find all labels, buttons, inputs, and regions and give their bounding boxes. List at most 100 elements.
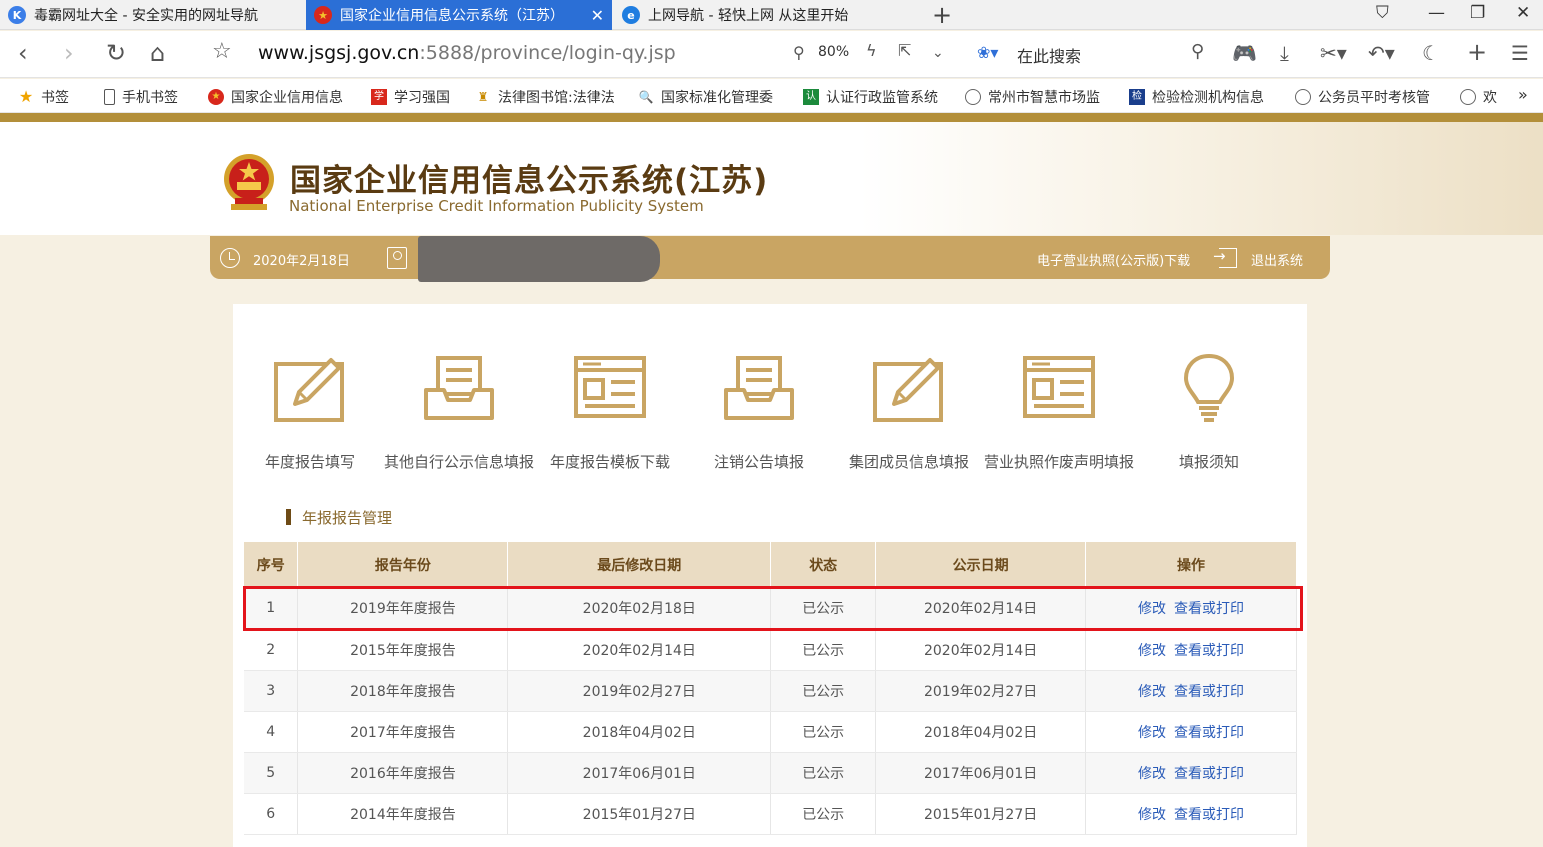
- back-icon[interactable]: ‹: [18, 39, 28, 67]
- share-icon[interactable]: ⇱: [898, 41, 911, 60]
- more-bookmarks-icon[interactable]: »: [1518, 85, 1538, 104]
- cell-published: 2017年06月01日: [875, 752, 1087, 794]
- refresh-icon[interactable]: ↻: [106, 39, 126, 67]
- bookmark-item[interactable]: 检检验检测机构信息: [1129, 87, 1277, 107]
- cell-actions: 修改 查看或打印: [1085, 629, 1297, 671]
- section-title: 年报报告管理: [286, 507, 392, 528]
- zoom-level[interactable]: 80%: [818, 44, 849, 60]
- cell-no: 5: [244, 752, 299, 794]
- bookmark-item[interactable]: 常州市智慧市场监: [965, 87, 1113, 107]
- col-header-published: 公示日期: [875, 542, 1087, 588]
- tab-label: 毒霸网址大全 - 安全实用的网址导航: [34, 8, 258, 24]
- bookmark-item[interactable]: ♜ 法律图书馆:法律法: [475, 87, 623, 107]
- cell-no: 1: [244, 588, 299, 630]
- download-icon[interactable]: ⤓: [1280, 41, 1289, 65]
- url-host: www.jsgsj.gov.cn: [258, 42, 420, 64]
- url-field[interactable]: www.jsgsj.gov.cn:5888/province/login-qy.…: [258, 42, 676, 64]
- restore-icon[interactable]: ❐: [1470, 3, 1485, 23]
- cell-year: 2014年年度报告: [297, 793, 509, 835]
- lightning-icon[interactable]: ϟ: [866, 41, 877, 60]
- new-tab-icon[interactable]: +: [932, 1, 952, 29]
- e-logo-icon: e: [622, 6, 640, 24]
- table-row: 5 2016年年度报告 2017年06月01日 已公示 2017年06月01日 …: [244, 752, 1297, 794]
- table-row: 1 2019年年度报告 2020年02月18日 已公示 2020年02月14日 …: [244, 588, 1297, 630]
- bookmark-item[interactable]: 认认证行政监管系统: [803, 87, 953, 107]
- close-window-icon[interactable]: ✕: [1516, 3, 1530, 23]
- cell-published: 2019年02月27日: [875, 670, 1087, 712]
- table-header-row: 序号 报告年份 最后修改日期 状态 公示日期 操作: [244, 542, 1297, 588]
- tab-label: 上网导航 - 轻快上网 从这里开始: [648, 8, 849, 24]
- moon-icon[interactable]: ☾: [1422, 41, 1440, 65]
- exit-link[interactable]: 退出系统: [1251, 250, 1303, 269]
- col-header-year: 报告年份: [297, 542, 509, 588]
- cell-modified: 2020年02月14日: [507, 629, 772, 671]
- scissors-icon[interactable]: ✂▾: [1320, 41, 1347, 65]
- bookmark-item[interactable]: 🔍 国家标准化管理委: [638, 87, 788, 107]
- table-row: 3 2018年年度报告 2019年02月27日 已公示 2019年02月27日 …: [244, 670, 1297, 712]
- tab-navigation[interactable]: e 上网导航 - 轻快上网 从这里开始: [622, 0, 922, 30]
- func-license-void[interactable]: 营业执照作废声明填报: [984, 352, 1134, 473]
- menu-icon[interactable]: ☰: [1511, 41, 1529, 65]
- cell-actions: 修改 查看或打印: [1085, 711, 1297, 753]
- edit-link[interactable]: 修改: [1138, 766, 1166, 782]
- view-print-link[interactable]: 查看或打印: [1174, 643, 1244, 659]
- clock-icon: [220, 248, 240, 268]
- col-header-status: 状态: [770, 542, 877, 588]
- view-print-link[interactable]: 查看或打印: [1174, 725, 1244, 741]
- view-print-link[interactable]: 查看或打印: [1174, 807, 1244, 823]
- cell-status: 已公示: [770, 793, 877, 835]
- license-download-link[interactable]: 电子营业执照(公示版)下载: [1037, 250, 1190, 269]
- tab-gsxt[interactable]: ★ 国家企业信用信息公示系统（江苏） ✕: [306, 0, 612, 30]
- view-print-link[interactable]: 查看或打印: [1174, 766, 1244, 782]
- chevron-down-icon[interactable]: ⌄: [932, 45, 944, 61]
- bookmarks-bar: ★ 书签 手机书签 ★ 国家企业信用信息 学学习强国 ♜ 法律图书馆:法律法 🔍 国家标…: [0, 79, 1543, 113]
- undo-icon[interactable]: ↶▾: [1368, 41, 1395, 65]
- star-icon[interactable]: ☆: [212, 39, 232, 64]
- phone-icon: [104, 89, 115, 105]
- add-icon[interactable]: +: [1467, 38, 1487, 66]
- edit-link[interactable]: 修改: [1138, 643, 1166, 659]
- bookmark-item[interactable]: 学学习强国: [371, 87, 465, 107]
- search-input[interactable]: 在此搜索: [1017, 43, 1081, 67]
- search-icon[interactable]: ⚲: [1191, 41, 1204, 62]
- edit-link[interactable]: 修改: [1138, 684, 1166, 700]
- view-print-link[interactable]: 查看或打印: [1174, 601, 1244, 617]
- view-print-link[interactable]: 查看或打印: [1174, 684, 1244, 700]
- tab-duba[interactable]: K 毒霸网址大全 - 安全实用的网址导航: [8, 0, 303, 30]
- paw-icon[interactable]: ❀▾: [977, 43, 998, 62]
- xuexi-icon: 学: [371, 89, 387, 105]
- cell-modified: 2019年02月27日: [507, 670, 772, 712]
- search-doc-icon: 🔍: [638, 90, 654, 104]
- bookmark-item[interactable]: 公务员平时考核管: [1295, 87, 1443, 107]
- func-cancellation-notice[interactable]: 注销公告填报: [684, 352, 834, 473]
- tab-bar: K 毒霸网址大全 - 安全实用的网址导航 ★ 国家企业信用信息公示系统（江苏） …: [0, 0, 1543, 30]
- col-header-actions: 操作: [1085, 542, 1297, 588]
- func-template-download[interactable]: 年度报告模板下载: [535, 352, 685, 473]
- shirt-icon[interactable]: ⛉: [1376, 3, 1389, 23]
- func-group-members[interactable]: 集团成员信息填报: [834, 352, 984, 473]
- bookmark-item[interactable]: ★ 书签: [18, 87, 88, 107]
- bookmark-item[interactable]: 手机书签: [104, 87, 196, 107]
- func-instructions[interactable]: 填报须知: [1134, 352, 1284, 473]
- forward-icon[interactable]: ›: [64, 39, 74, 67]
- func-other-disclosure[interactable]: 其他自行公示信息填报: [384, 352, 534, 473]
- address-bar: ‹ › ↻ ⌂ ☆ www.jsgsj.gov.cn:5888/province…: [0, 31, 1543, 78]
- minimize-icon[interactable]: —: [1428, 3, 1445, 23]
- bookmark-item[interactable]: ★ 国家企业信用信息: [208, 87, 354, 107]
- tab-label: 国家企业信用信息公示系统（江苏）: [340, 8, 564, 24]
- edit-link[interactable]: 修改: [1138, 601, 1166, 617]
- edit-link[interactable]: 修改: [1138, 807, 1166, 823]
- cell-year: 2019年年度报告: [297, 588, 509, 630]
- bookmark-item[interactable]: 欢: [1460, 87, 1508, 107]
- cell-modified: 2018年04月02日: [507, 711, 772, 753]
- zoom-icon[interactable]: ⚲: [793, 43, 805, 62]
- edit-link[interactable]: 修改: [1138, 725, 1166, 741]
- home-icon[interactable]: ⌂: [150, 39, 165, 67]
- game-icon[interactable]: 🎮: [1232, 41, 1257, 65]
- cell-modified: 2015年01月27日: [507, 793, 772, 835]
- cell-actions: 修改 查看或打印: [1085, 752, 1297, 794]
- close-icon[interactable]: ✕: [591, 6, 604, 25]
- func-annual-report[interactable]: 年度报告填写: [235, 352, 385, 473]
- cell-no: 6: [244, 793, 299, 835]
- exit-icon[interactable]: [1213, 247, 1237, 268]
